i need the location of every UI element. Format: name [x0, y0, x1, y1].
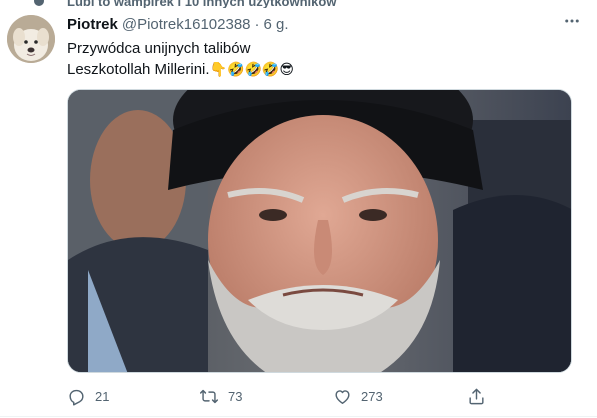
tweet-photo[interactable] [67, 89, 572, 373]
avatar[interactable] [7, 15, 55, 63]
tweet-text-line-1: Przywódca unijnych talibów [67, 40, 251, 57]
photo-icon [68, 90, 571, 372]
emoji-rolling-laughing: 🤣 [261, 61, 280, 77]
tweet-divider [0, 416, 597, 417]
header-separator: · [254, 16, 260, 33]
tweet-text-line-2-text: Leszkotollah Millerini. [67, 61, 210, 78]
emoji-sunglasses: 😎 [279, 61, 294, 77]
heart-icon [335, 389, 350, 404]
like-count: 273 [361, 388, 383, 404]
reply-button[interactable]: 21 [67, 384, 109, 408]
retweet-button[interactable]: 73 [199, 384, 242, 408]
tweet-header: Piotrek @Piotrek16102388 · 6 g. [67, 16, 289, 33]
share-icon [469, 388, 484, 404]
more-options-button[interactable] [556, 8, 588, 34]
reply-icon [69, 389, 84, 406]
tweet-actions: 21 73 273 [67, 384, 497, 408]
dog-avatar-image [7, 15, 55, 63]
social-context-text[interactable]: Lubi to wampirek i 10 innych użytkownikó… [67, 0, 336, 8]
like-button[interactable]: 273 [333, 384, 383, 408]
author-handle[interactable]: @Piotrek16102388 [122, 16, 251, 33]
author-display-name[interactable]: Piotrek [67, 16, 118, 33]
social-context: Lubi to wampirek i 10 innych użytkownikó… [0, 0, 597, 8]
retweet-count: 73 [228, 388, 243, 404]
more-icon [565, 19, 579, 23]
tweet-text-line-2: Leszkotollah Millerini.👇🤣🤣🤣😎 [67, 59, 294, 80]
reply-count: 21 [95, 388, 110, 404]
tweet-text: Przywódca unijnych talibów Leszkotollah … [67, 38, 294, 80]
heart-icon [34, 0, 44, 6]
emoji-rolling-laughing: 🤣 [227, 61, 245, 77]
share-button[interactable] [467, 384, 486, 408]
tweet-timestamp[interactable]: 6 g. [264, 16, 289, 33]
emoji-pointing-down: 👇 [209, 61, 227, 77]
retweet-icon [199, 389, 219, 403]
emoji-rolling-laughing: 🤣 [244, 61, 262, 77]
